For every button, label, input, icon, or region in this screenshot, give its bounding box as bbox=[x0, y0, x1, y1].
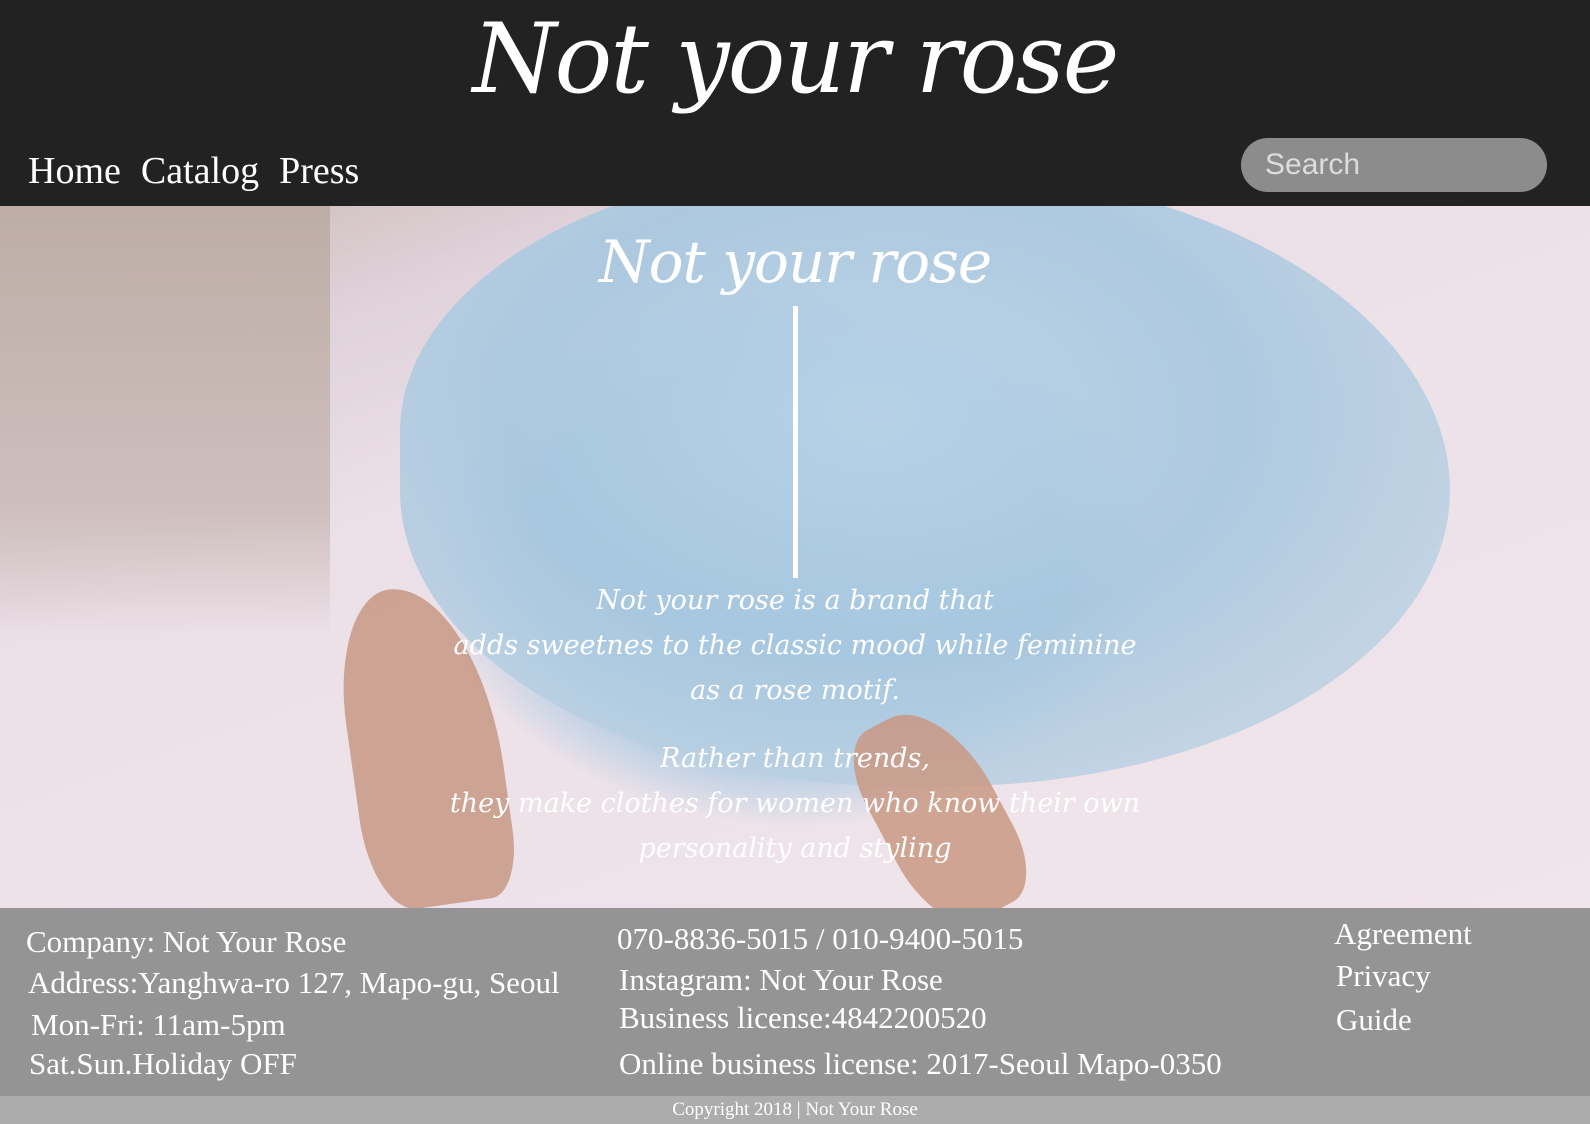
hero-text-line: they make clothes for women who know the… bbox=[449, 788, 1141, 819]
hero-text-line: personality and styling bbox=[638, 833, 952, 864]
hero-title: Not your rose bbox=[598, 228, 992, 296]
site-header: Not your rose Home Catalog Press bbox=[0, 0, 1590, 206]
copyright-text: Copyright 2018 | Not Your Rose bbox=[672, 1099, 918, 1120]
footer-online-license: Online business license: 2017-Seoul Mapo… bbox=[619, 1046, 1222, 1081]
footer-hours-weekend: Sat.Sun.Holiday OFF bbox=[29, 1046, 297, 1081]
footer-guide-link[interactable]: Guide bbox=[1336, 1004, 1412, 1035]
copyright-bar: Copyright 2018 | Not Your Rose bbox=[0, 1096, 1590, 1124]
footer-privacy-link[interactable]: Privacy bbox=[1336, 960, 1431, 991]
nav-press-link[interactable]: Press bbox=[279, 152, 359, 190]
footer-agreement-link[interactable]: Agreement bbox=[1334, 918, 1472, 949]
footer-address: Address:Yanghwa-ro 127, Mapo-gu, Seoul bbox=[28, 965, 560, 1000]
site-footer: Company: Not Your Rose Address:Yanghwa-r… bbox=[0, 908, 1590, 1096]
nav-home-link[interactable]: Home bbox=[28, 152, 121, 190]
footer-business-license: Business license:4842200520 bbox=[619, 1000, 987, 1035]
hero-divider-line bbox=[793, 306, 798, 578]
nav-catalog-link[interactable]: Catalog bbox=[141, 152, 259, 190]
hero-brand-philosophy: Rather than trends, they make clothes fo… bbox=[0, 736, 1590, 871]
hero-text-line: Not your rose is a brand that bbox=[596, 585, 994, 616]
site-logo[interactable]: Not your rose bbox=[0, 2, 1590, 117]
hero-text-line: as a rose motif. bbox=[690, 675, 900, 706]
hero-banner: Not your rose Not your rose is a brand t… bbox=[0, 206, 1590, 908]
footer-company: Company: Not Your Rose bbox=[26, 924, 347, 959]
hero-brand-description: Not your rose is a brand that adds sweet… bbox=[0, 578, 1590, 713]
hero-text-line: adds sweetnes to the classic mood while … bbox=[453, 630, 1137, 661]
search-input[interactable] bbox=[1241, 138, 1547, 192]
footer-phone: 070-8836-5015 / 010-9400-5015 bbox=[617, 921, 1024, 956]
hero-text-line: Rather than trends, bbox=[660, 743, 930, 774]
main-nav: Home Catalog Press bbox=[28, 152, 359, 190]
footer-hours-weekday: Mon-Fri: 11am-5pm bbox=[31, 1007, 286, 1042]
footer-instagram[interactable]: Instagram: Not Your Rose bbox=[619, 964, 943, 995]
